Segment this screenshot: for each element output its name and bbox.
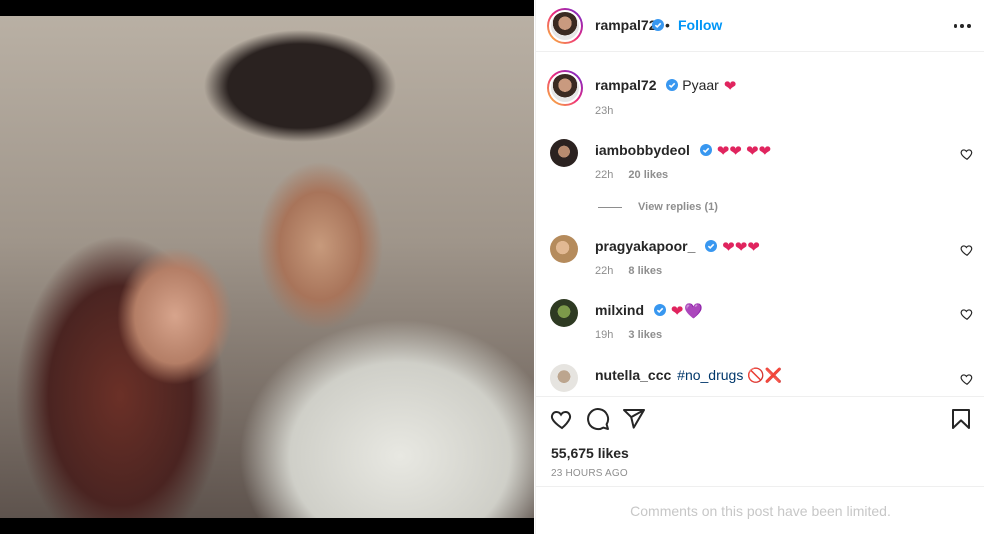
follow-button[interactable]: Follow: [678, 17, 722, 33]
caption-username[interactable]: rampal72: [595, 77, 656, 93]
comments-list[interactable]: rampal72 Pyaar ❤ 23h iambobbydeol ❤ ❤ ❤❤ …: [536, 53, 984, 395]
comment-meta: 19h 3 likes: [595, 329, 662, 341]
caption-text: rampal72 Pyaar ❤: [595, 77, 736, 95]
share-icon[interactable]: [622, 407, 646, 431]
comment-meta: 22h 20 likes: [595, 169, 668, 181]
comment-text: iambobbydeol ❤❤ ❤❤: [595, 142, 771, 160]
comment-username[interactable]: milxind: [595, 302, 644, 318]
verified-icon: [666, 79, 679, 91]
verified-icon: [705, 240, 718, 252]
post-photo[interactable]: [0, 0, 534, 534]
caption-avatar[interactable]: [547, 70, 583, 106]
comment-likes[interactable]: 20 likes: [628, 169, 668, 181]
comment-time: 22h: [595, 169, 614, 181]
comment-icon[interactable]: [586, 407, 610, 431]
comment-username[interactable]: nutella_ccc: [595, 367, 671, 383]
photo-image: [0, 16, 534, 518]
comment-emoji: ❤❤❤: [722, 239, 760, 256]
heart-icon[interactable]: [960, 243, 974, 257]
comment-emoji: ❤: [670, 303, 684, 320]
comment-text: milxind ❤💜: [595, 302, 703, 320]
comment-time: 19h: [595, 329, 614, 341]
heart-icon[interactable]: [960, 307, 974, 321]
author-avatar[interactable]: [547, 8, 583, 44]
comment-likes[interactable]: 3 likes: [628, 329, 662, 341]
header-separator: •: [665, 17, 670, 33]
heart-icon[interactable]: [550, 407, 574, 431]
action-bar: [536, 396, 984, 440]
verified-icon: [653, 304, 666, 316]
bookmark-icon[interactable]: [949, 407, 973, 431]
view-replies-button[interactable]: View replies (1): [598, 201, 718, 213]
comments-limited-notice: Comments on this post have been limited.: [536, 486, 984, 534]
caption-time: 23h: [595, 105, 614, 117]
commenter-avatar[interactable]: [550, 235, 578, 263]
comment-username[interactable]: pragyakapoor_: [595, 238, 695, 254]
commenter-avatar[interactable]: [550, 299, 578, 327]
commenter-avatar[interactable]: [550, 139, 578, 167]
commenter-avatar[interactable]: [550, 364, 578, 392]
post-header: rampal72 • Follow: [536, 0, 984, 52]
more-icon[interactable]: [952, 14, 972, 38]
view-replies-label[interactable]: View replies (1): [638, 201, 718, 213]
comment-time: 22h: [595, 265, 614, 277]
comment-username[interactable]: iambobbydeol: [595, 142, 690, 158]
verified-icon: [699, 144, 712, 156]
heart-icon[interactable]: [960, 147, 974, 161]
post-timestamp: 23 HOURS AGO: [551, 468, 628, 479]
heart-icon[interactable]: [960, 372, 974, 386]
verified-icon: [648, 17, 664, 35]
comment-hashtag[interactable]: #no_drugs: [677, 367, 743, 383]
photo-letterbox-bottom: [0, 518, 534, 534]
comment-likes[interactable]: 8 likes: [628, 265, 662, 277]
replies-line: [598, 206, 622, 208]
comment-emoji: ❤❤ ❤❤: [716, 143, 772, 160]
caption-body: Pyaar: [682, 77, 719, 93]
comment-emoji-purple: 💜: [684, 303, 704, 320]
comment-text: nutella_ccc #no_drugs 🚫❌: [595, 367, 782, 384]
comment-meta: 22h 8 likes: [595, 265, 662, 277]
post-side-panel: rampal72 • Follow rampal72 Pyaar ❤ 23h i…: [535, 0, 984, 534]
photo-letterbox-top: [0, 0, 534, 16]
comment-text: pragyakapoor_ ❤❤❤: [595, 238, 760, 256]
likes-count[interactable]: 55,675 likes: [551, 445, 629, 461]
comment-emoji: 🚫❌: [747, 367, 783, 383]
heart-emoji: ❤: [723, 78, 737, 95]
